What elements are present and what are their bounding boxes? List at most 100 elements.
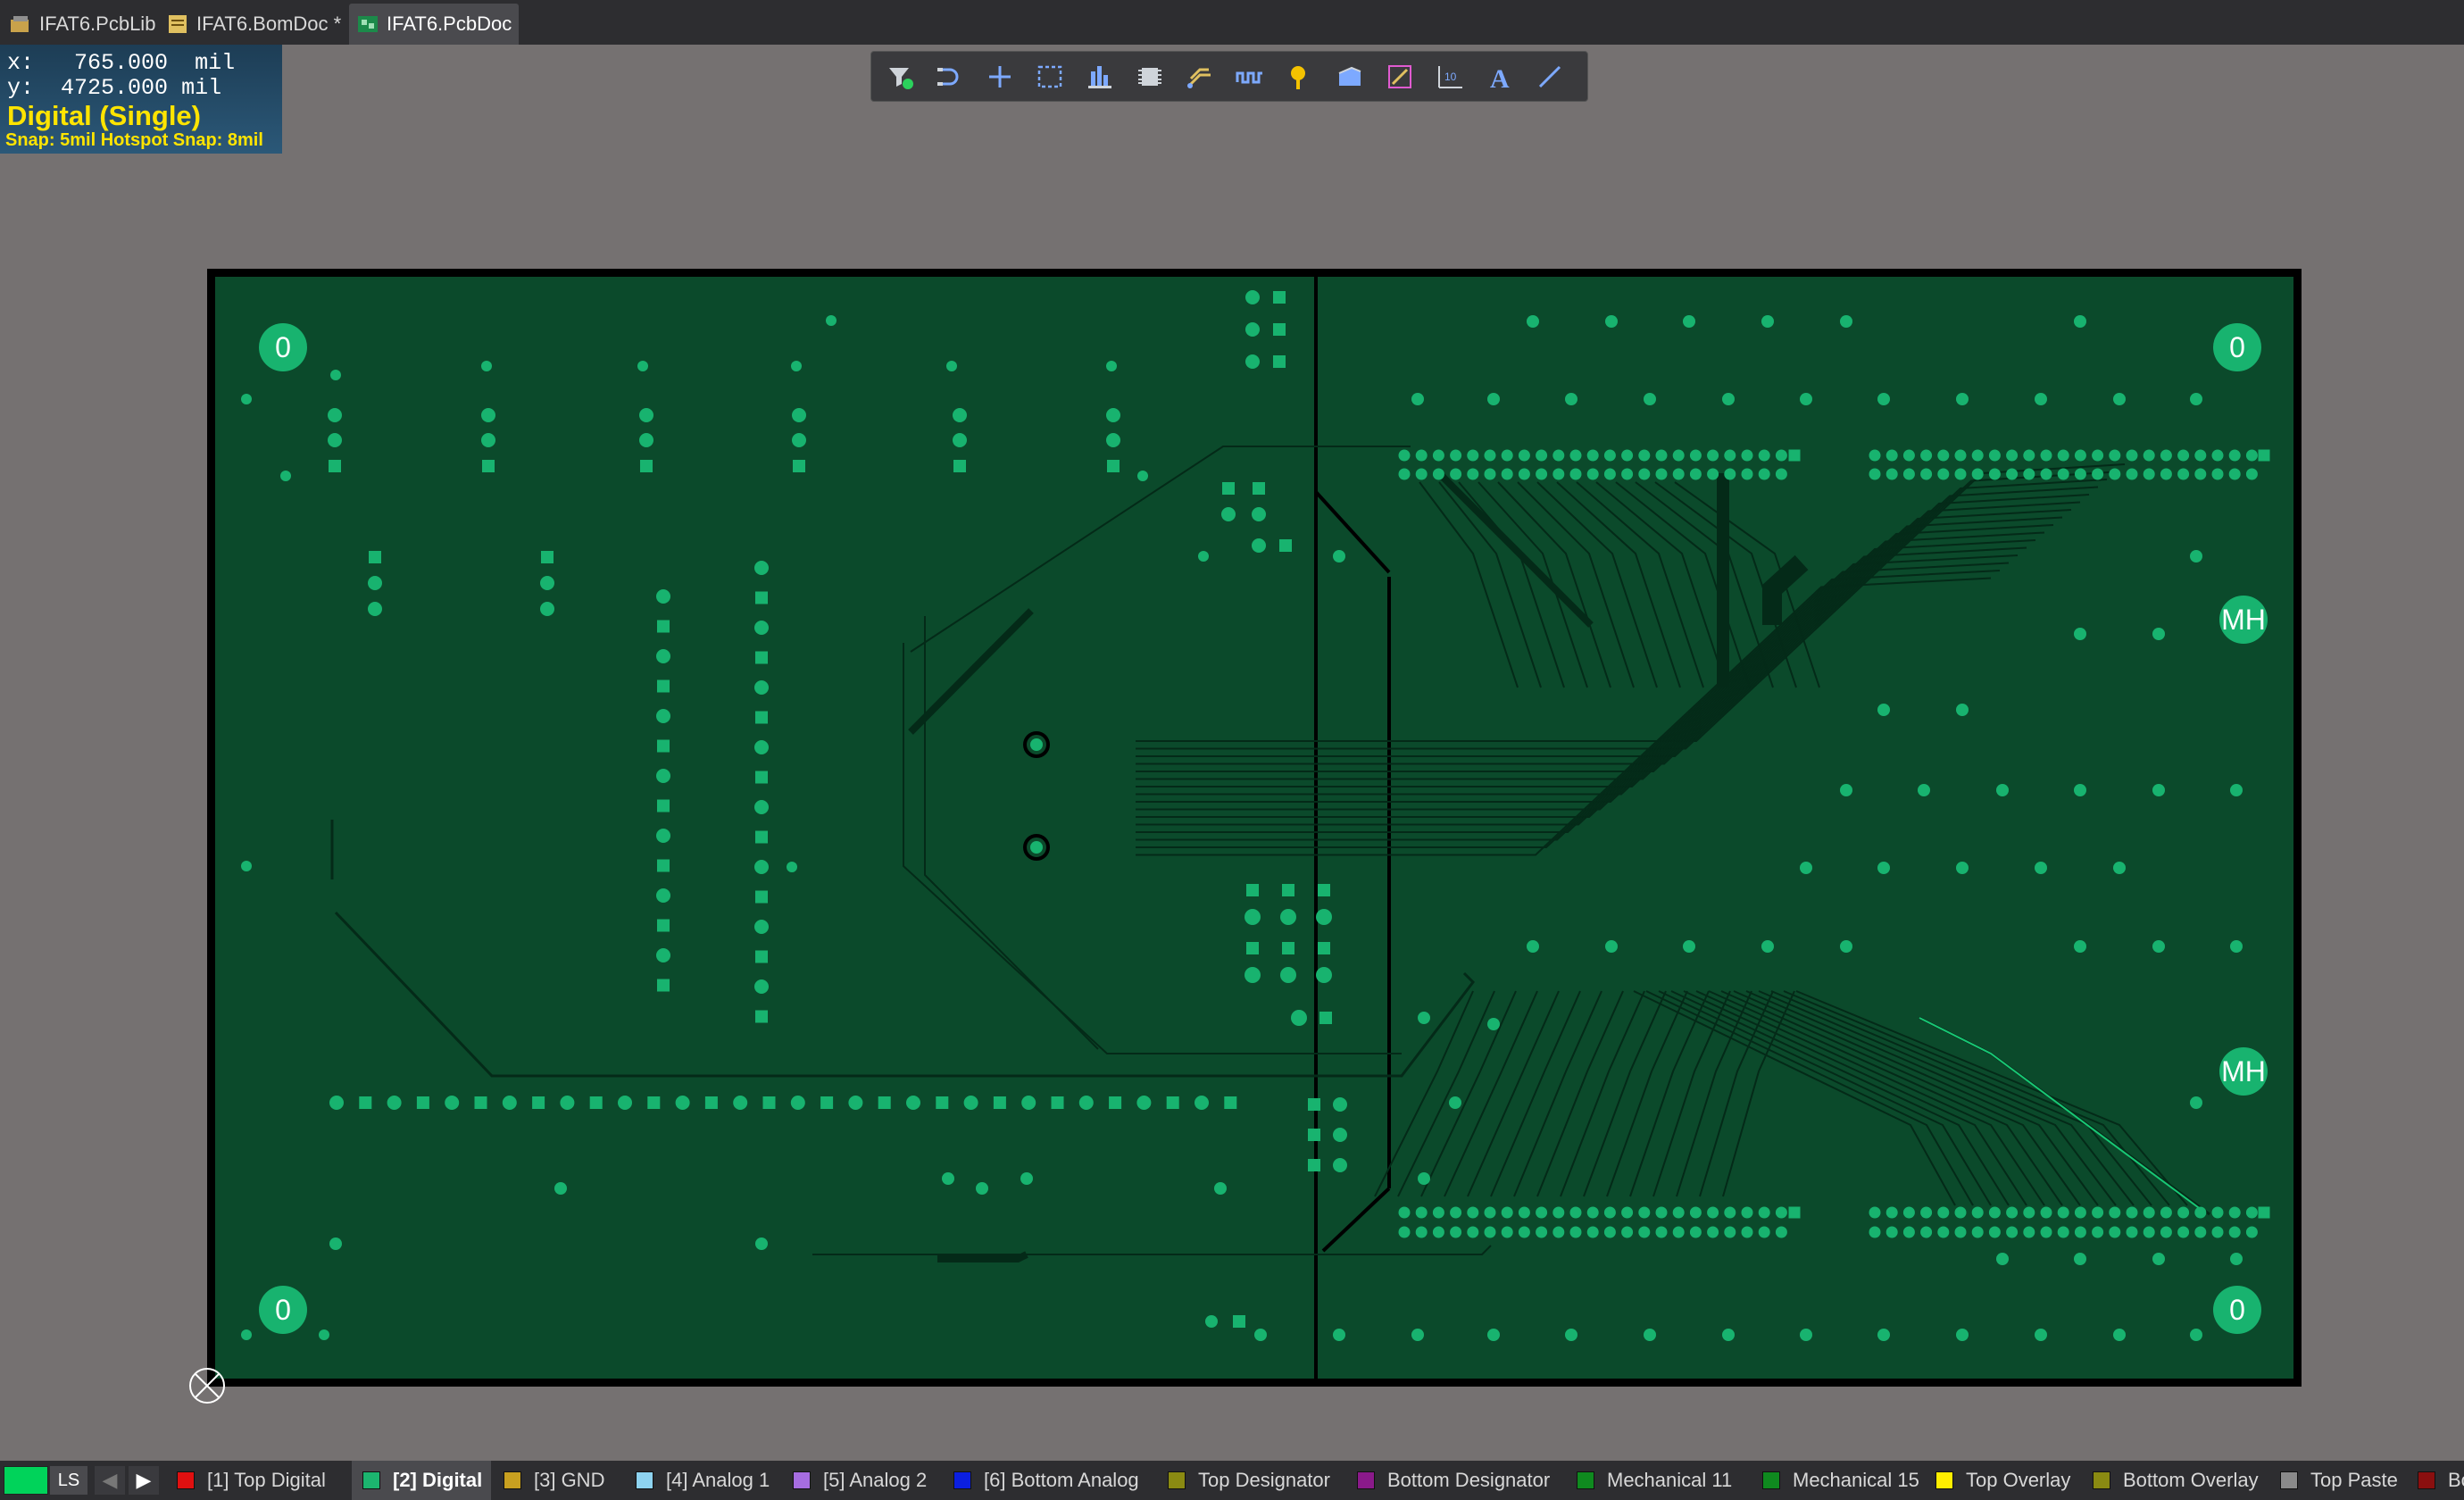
- bomdoc-icon: [169, 15, 187, 33]
- layer-tab[interactable]: Bo: [2407, 1461, 2464, 1500]
- via-pad: [1988, 468, 2001, 480]
- heads-up-display: x: 765.000 mil y: 4725.000 mil Digital (…: [0, 45, 282, 154]
- line-icon[interactable]: [1532, 59, 1568, 95]
- via-pad: [1954, 1226, 1967, 1238]
- via-pad: [2228, 449, 2241, 462]
- via-pad: [754, 860, 769, 874]
- via-pad: [1291, 1010, 1307, 1026]
- via-pad: [2057, 468, 2069, 480]
- via-pad: [368, 602, 382, 616]
- scroll-left-icon[interactable]: ◀: [95, 1466, 125, 1495]
- via-pad: [1415, 1206, 1428, 1219]
- layer-tab[interactable]: Mechanical 11: [1566, 1461, 1741, 1500]
- layer-tab-label: Mechanical 15: [1793, 1469, 1919, 1491]
- via-pad: [1536, 449, 1548, 462]
- interactive-route-icon[interactable]: [932, 59, 968, 95]
- via-pad: [1869, 1206, 1881, 1219]
- text-icon[interactable]: A: [1482, 59, 1518, 95]
- square-pad: [762, 1096, 776, 1109]
- via-pad: [2006, 1206, 2019, 1219]
- via-pad: [1621, 449, 1634, 462]
- via-pad: [790, 1096, 805, 1110]
- layer-color-swatch: [2418, 1471, 2435, 1489]
- select-rect-icon[interactable]: [1032, 59, 1068, 95]
- dimension-icon[interactable]: [1382, 59, 1418, 95]
- polygon-pour-icon[interactable]: [1332, 59, 1368, 95]
- square-pad: [1788, 449, 1801, 462]
- via-pad: [2230, 940, 2243, 953]
- layer-tab[interactable]: Bottom Designator: [1346, 1461, 1559, 1500]
- layer-tab[interactable]: [2] Digital: [352, 1461, 492, 1500]
- via-pad: [2230, 1253, 2243, 1265]
- layer-tab[interactable]: [3] GND: [493, 1461, 613, 1500]
- layer-tab[interactable]: [6] Bottom Analog: [943, 1461, 1148, 1500]
- via-pad: [791, 361, 802, 371]
- layer-tab[interactable]: Top Overlay: [1925, 1461, 2079, 1500]
- via-pad: [1316, 909, 1332, 925]
- tab-bomdoc[interactable]: IFAT6.BomDoc *: [161, 4, 349, 45]
- layer-color-swatch: [362, 1471, 380, 1489]
- via-pad: [1552, 468, 1565, 480]
- via-pad: [1106, 433, 1120, 447]
- origin-marker-icon: [189, 1368, 225, 1404]
- via-pad: [1707, 1226, 1719, 1238]
- bar-chart-icon[interactable]: 10: [1432, 59, 1468, 95]
- layer-tab-label: [1] Top Digital: [207, 1469, 326, 1491]
- via-pad: [2160, 1226, 2172, 1238]
- via-pad: [1877, 704, 1890, 716]
- square-pad: [1273, 323, 1286, 336]
- via-pad: [540, 602, 554, 616]
- square-pad: [1788, 1206, 1801, 1219]
- via-pad: [1638, 1226, 1651, 1238]
- via-pad: [1467, 468, 1479, 480]
- via-pad: [1885, 449, 1898, 462]
- layer-tab[interactable]: Mechanical 15: [1752, 1461, 1928, 1500]
- via-pad: [1775, 1206, 1787, 1219]
- via-pad: [1450, 1206, 1462, 1219]
- via-pad: [1565, 1329, 1577, 1341]
- component-icon[interactable]: [1132, 59, 1168, 95]
- filter-icon[interactable]: [882, 59, 918, 95]
- length-tune-icon[interactable]: [1232, 59, 1268, 95]
- via-pad: [2211, 1206, 2224, 1219]
- square-pad: [1282, 942, 1294, 954]
- layer-tab[interactable]: Bottom Overlay: [2082, 1461, 2268, 1500]
- via-pad: [1487, 1018, 1500, 1030]
- layer-tab[interactable]: [5] Analog 2: [782, 1461, 936, 1500]
- scroll-right-icon[interactable]: ▶: [129, 1466, 159, 1495]
- via-pad: [754, 740, 769, 754]
- via-pad: [1484, 1206, 1496, 1219]
- via-pad: [2190, 550, 2202, 562]
- layer-tab[interactable]: Top Designator: [1157, 1461, 1339, 1500]
- layer-tab-label: Top Paste: [2310, 1469, 2398, 1491]
- square-pad: [793, 460, 805, 472]
- align-chart-icon[interactable]: [1082, 59, 1118, 95]
- via-pad: [2160, 468, 2172, 480]
- via-pad: [787, 862, 797, 872]
- layer-set-button[interactable]: LS: [50, 1466, 87, 1495]
- via-pad: [1467, 1226, 1479, 1238]
- tab-pcbdoc[interactable]: IFAT6.PcbDoc: [349, 4, 519, 45]
- tab-pcblib[interactable]: IFAT6.PcbLib: [4, 4, 161, 45]
- layer-tab[interactable]: Top Paste: [2269, 1461, 2407, 1500]
- route-multiple-icon[interactable]: [1182, 59, 1218, 95]
- layer-tab-label: [2] Digital: [393, 1469, 483, 1491]
- via-pad: [1501, 1226, 1513, 1238]
- pcb-board-canvas[interactable]: 0 0 0 0 MH MH: [207, 269, 2302, 1387]
- via-pad: [1638, 468, 1651, 480]
- probe-icon[interactable]: [1282, 59, 1318, 95]
- via-pad: [1398, 1226, 1411, 1238]
- layer-tab[interactable]: [1] Top Digital: [166, 1461, 335, 1500]
- cross-select-icon[interactable]: [982, 59, 1018, 95]
- via-pad: [2092, 468, 2104, 480]
- current-layer-indicator[interactable]: [4, 1466, 48, 1495]
- via-pad: [2074, 468, 2086, 480]
- via-pad: [946, 361, 957, 371]
- square-pad: [647, 1096, 661, 1109]
- via-pad: [1689, 1226, 1702, 1238]
- layer-tab[interactable]: [4] Analog 1: [625, 1461, 778, 1500]
- via-pad: [481, 433, 495, 447]
- via-pad: [1707, 449, 1719, 462]
- via-pad: [1918, 784, 1930, 796]
- mounting-hole-label: 0: [275, 1294, 291, 1326]
